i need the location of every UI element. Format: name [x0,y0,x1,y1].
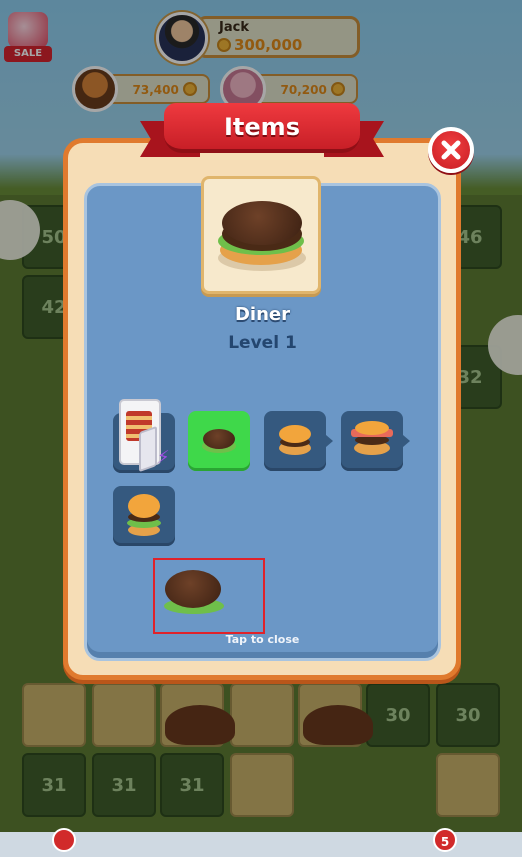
modal-title: Items [164,103,360,153]
item-name: Diner [234,304,290,325]
patty-top-icon [222,201,302,245]
close-button[interactable] [428,127,474,173]
close-icon [441,140,461,160]
chain-slot-fridge[interactable]: ⚡ [113,399,175,473]
energy-bolt-icon: ⚡ [157,447,170,468]
tap-to-close-hint: Tap to close [225,633,300,646]
chain-slot-small-burger[interactable] [264,411,333,471]
fridge-door [139,425,157,473]
item-level: Level 1 [228,333,297,353]
notification-badge [52,828,76,852]
notification-badge: 5 [433,828,457,852]
big-burger-icon [128,494,160,518]
modal-title-ribbon: Items [140,103,384,163]
bacon-burger-icon [355,421,389,435]
chain-slot-patty[interactable] [188,411,250,471]
item-preview-card [201,176,321,294]
chain-slot-big-burger[interactable] [113,486,175,546]
chain-slot-bacon-burger[interactable] [341,411,410,471]
selection-highlight [153,558,265,634]
patty-icon [203,429,235,449]
small-burger-icon [279,425,311,443]
